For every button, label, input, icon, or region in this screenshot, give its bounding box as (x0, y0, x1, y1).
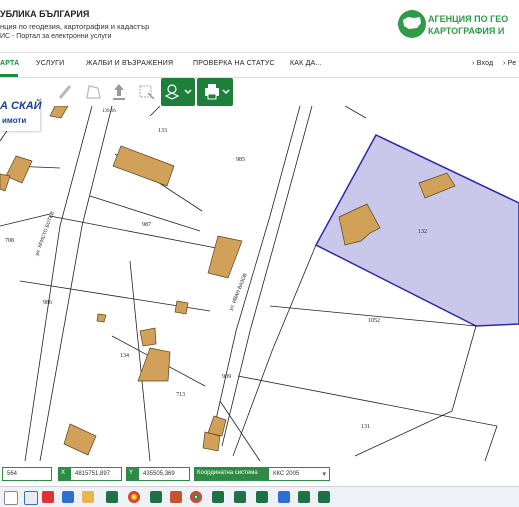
banner-subtitle: имоти (2, 116, 27, 125)
y-coordinate-field[interactable]: 435505,369 (138, 467, 190, 481)
excel-icon-4[interactable] (234, 491, 246, 503)
select-area-button[interactable] (134, 78, 158, 106)
map-canvas[interactable]: 133 985 132 987 708 986 134 713 909 1052… (0, 106, 519, 461)
excel-icon-3[interactable] (212, 491, 224, 503)
parcel-label-986: 986 (43, 300, 52, 306)
excel-icon-6[interactable] (298, 491, 310, 503)
parcel-label-1052: 1052 (368, 318, 380, 324)
portal-link[interactable]: ИС - Портал за електронни услуги (0, 33, 111, 40)
coordinate-system-value: ККС 2005 (273, 471, 300, 477)
windows-taskbar (0, 486, 519, 507)
nav-how-to[interactable]: КАК ДА... (290, 60, 322, 67)
advertiser-banner[interactable]: А СКАЙ имоти (0, 97, 42, 131)
chrome-icon-2[interactable] (190, 491, 202, 503)
parcel-label-713: 713 (176, 392, 185, 398)
select-area-icon (139, 85, 155, 100)
excel-icon-2[interactable] (150, 491, 162, 503)
print-dropdown-button[interactable] (197, 78, 233, 106)
agency-name-line2: КАРТОГРАФИЯ И (428, 26, 505, 36)
layers-dropdown-button[interactable] (161, 78, 195, 106)
nav-active-indicator (0, 74, 18, 77)
ruler-tool-button[interactable] (52, 78, 78, 106)
parcel-label-708: 708 (5, 238, 14, 244)
coordinate-system-select[interactable]: ККС 2005 ▾ (268, 467, 330, 481)
agency-logo-block[interactable]: АГЕНЦИЯ ПО ГЕО КАРТОГРАФИЯ И (398, 10, 519, 44)
parcel-label-132: 132 (418, 229, 427, 235)
file-explorer-icon[interactable] (4, 491, 18, 505)
parcel-label-909: 909 (222, 374, 231, 380)
banner-title: А СКАЙ (0, 100, 42, 112)
nav-map[interactable]: АРТА (0, 60, 19, 67)
polygon-tool-button[interactable] (80, 78, 106, 106)
x-label: X (58, 467, 70, 481)
polygon-icon (86, 85, 101, 99)
excel-icon[interactable] (106, 491, 118, 503)
parcel-label-985: 985 (236, 157, 245, 163)
parcel-id-field[interactable]: 564 (2, 467, 52, 481)
street-label-ivan-vazov: ул. ИВАН ВАЗОВ (228, 272, 249, 312)
bulgaria-map-icon (398, 10, 426, 38)
word-icon[interactable] (62, 491, 74, 503)
upload-icon (113, 84, 125, 100)
nav-services[interactable]: УСЛУГИ (36, 60, 64, 67)
layers-icon (164, 84, 192, 100)
chevron-right-icon: › (472, 60, 475, 67)
parcel-label-133: 133 (158, 128, 167, 134)
register-link[interactable]: › Ре (503, 60, 516, 67)
excel-icon-5[interactable] (256, 491, 268, 503)
folder-icon[interactable] (82, 491, 94, 503)
coordinate-system-label: Координатна система (194, 467, 268, 481)
parcel-label-987: 987 (142, 222, 151, 228)
y-label: Y (126, 467, 138, 481)
parcel-label-134: 134 (120, 353, 129, 359)
word-icon-2[interactable] (278, 491, 290, 503)
upload-button[interactable] (106, 78, 132, 106)
nav-status-check[interactable]: ПРОВЕРКА НА СТАТУС (193, 60, 275, 67)
agency-name-line1: АГЕНЦИЯ ПО ГЕО (428, 14, 509, 24)
nav-complaints[interactable]: ЖАЛБИ И ВЪЗРАЖЕНИЯ (86, 60, 173, 67)
coordinate-bar: 564 X 4815751,897 Y 435505,369 Координат… (0, 461, 519, 483)
header-subtitle: нция по геодезия, картография и кадастър (0, 22, 150, 31)
site-header: УБЛИКА БЪЛГАРИЯ нция по геодезия, картог… (0, 0, 519, 50)
login-link[interactable]: › Вход (472, 60, 493, 67)
map-toolbar (0, 78, 519, 108)
parcel-label-139-16: 139.16 (102, 109, 116, 114)
pdf-reader-icon[interactable] (42, 491, 54, 503)
chrome-icon[interactable] (128, 491, 140, 503)
cadastral-map[interactable]: 133 985 132 987 708 986 134 713 909 1052… (0, 106, 519, 461)
printer-icon (205, 84, 230, 100)
main-nav: АРТА УСЛУГИ ЖАЛБИ И ВЪЗРАЖЕНИЯ ПРОВЕРКА … (0, 52, 519, 78)
excel-icon-7[interactable] (318, 491, 330, 503)
chevron-right-icon: › (503, 60, 506, 67)
parcel-label-131: 131 (361, 424, 370, 430)
window-icon[interactable] (24, 491, 38, 505)
header-title: УБЛИКА БЪЛГАРИЯ (0, 9, 90, 19)
x-coordinate-field[interactable]: 4815751,897 (70, 467, 122, 481)
chevron-down-icon: ▾ (322, 471, 326, 478)
powerpoint-icon[interactable] (170, 491, 182, 503)
ruler-icon (58, 85, 72, 99)
